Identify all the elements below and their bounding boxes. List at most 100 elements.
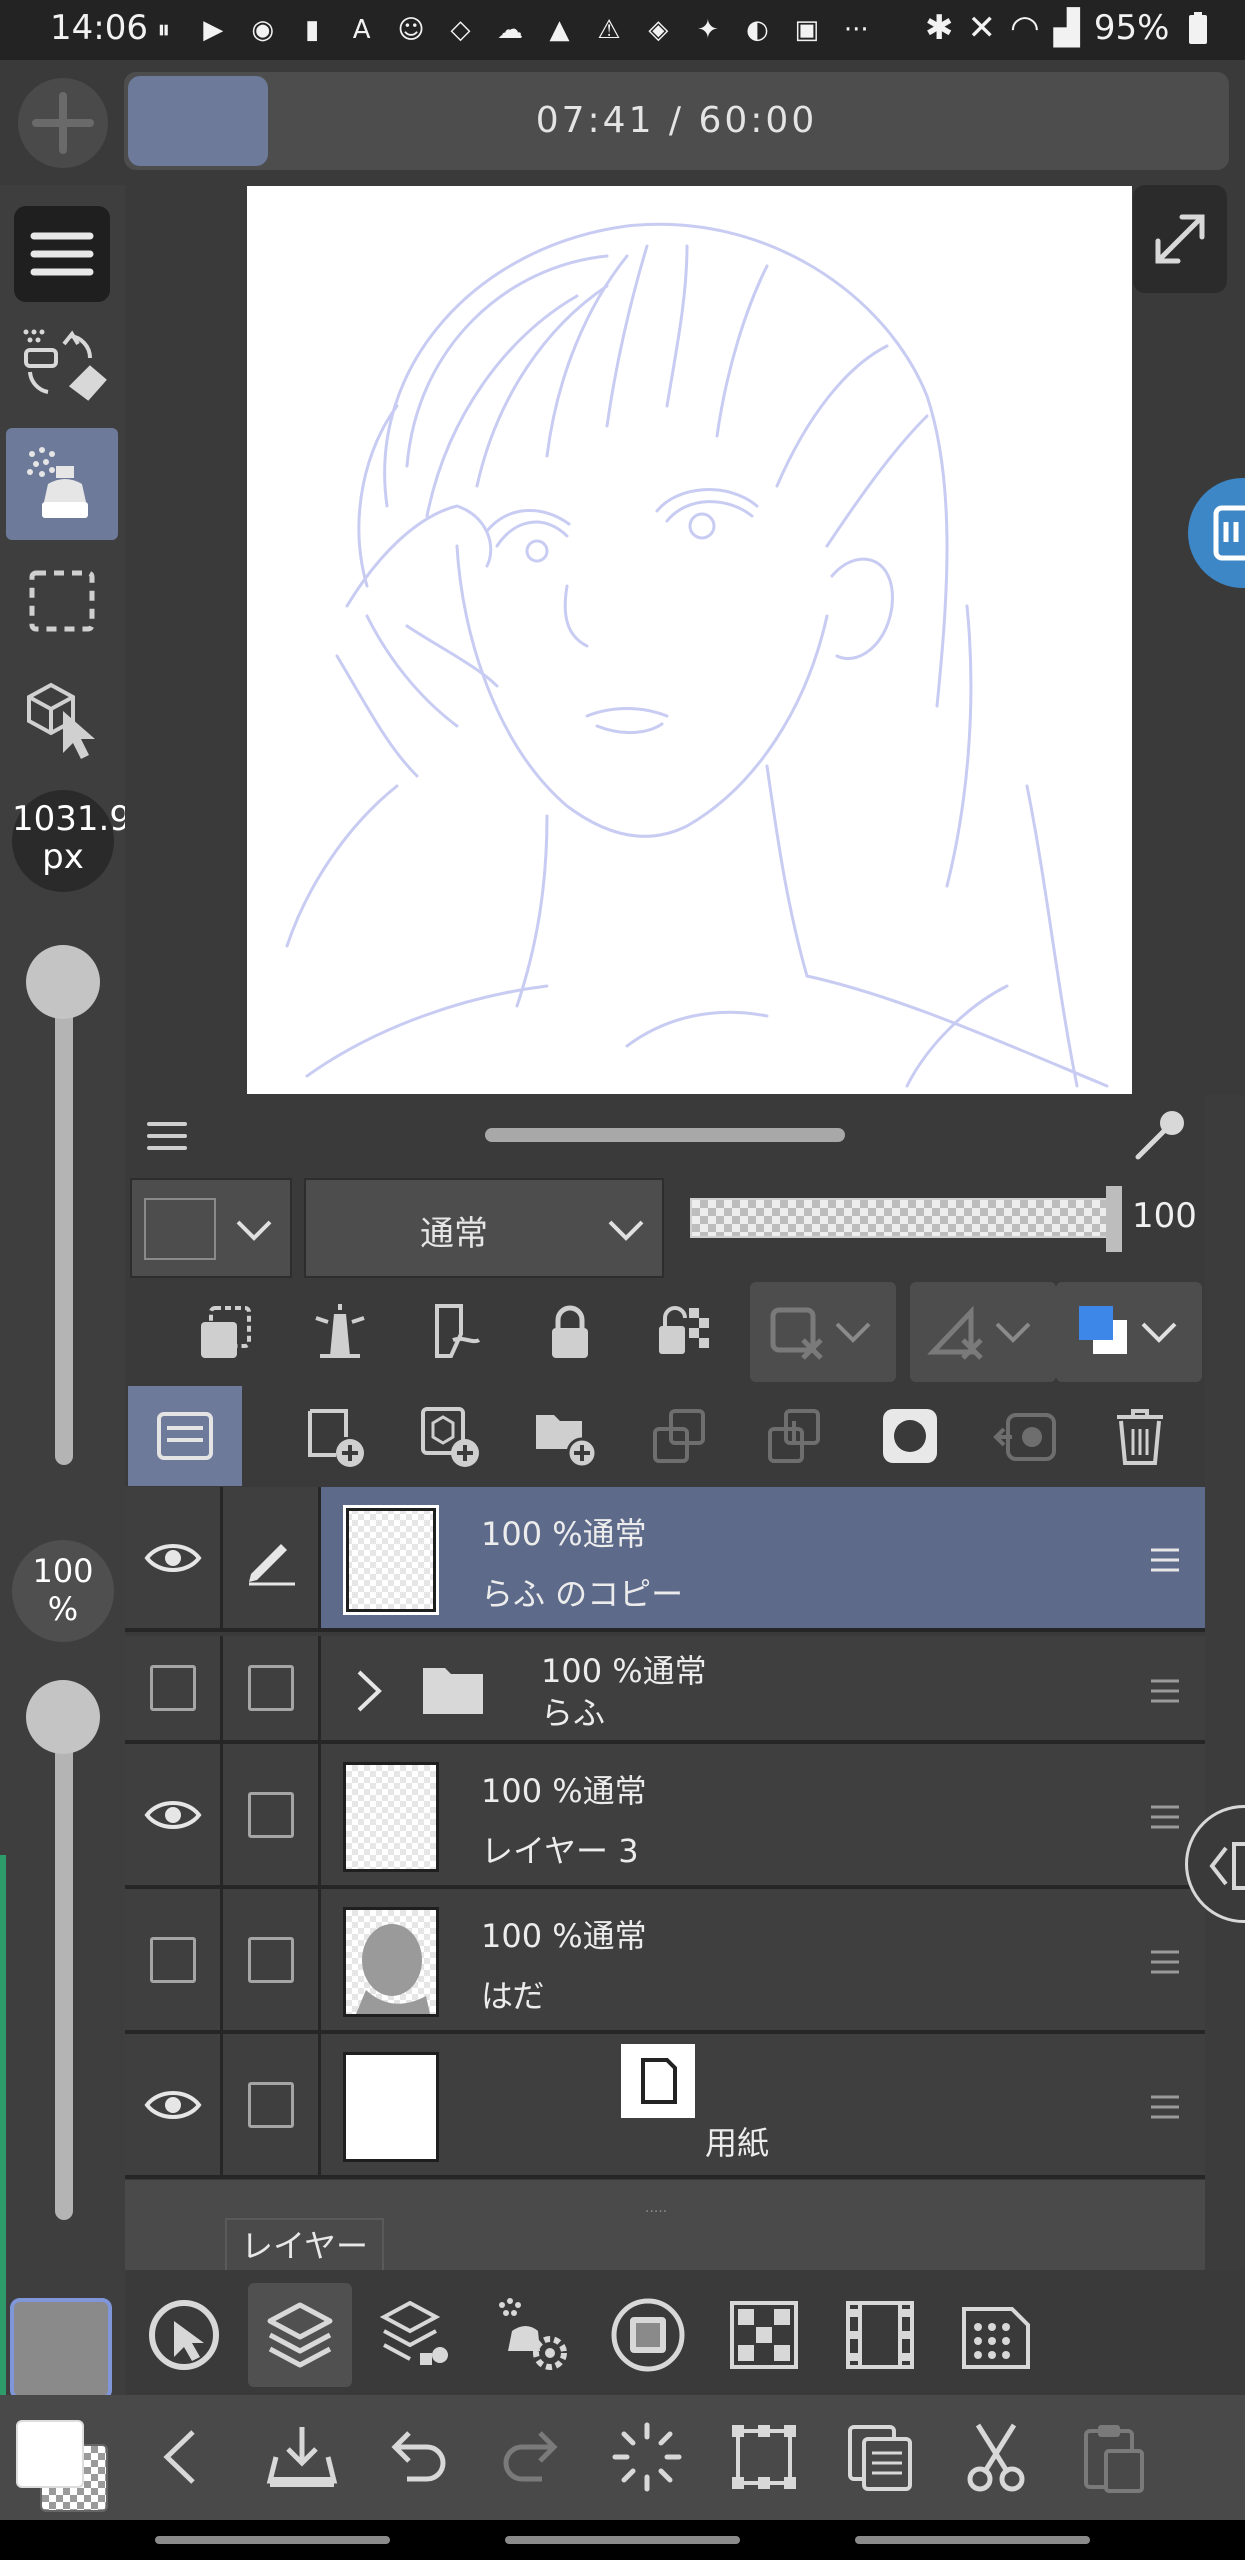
lock-layer-button[interactable]	[520, 1282, 620, 1382]
layer-visibility-toggle[interactable]	[125, 1487, 223, 1628]
layer-color-palette-button[interactable]	[1056, 1282, 1202, 1382]
eyedropper-button[interactable]	[1130, 1105, 1190, 1165]
layer-menu-icon[interactable]	[1147, 1676, 1183, 1706]
redo-button[interactable]	[480, 2405, 584, 2509]
layer-edit-indicator[interactable]	[223, 1487, 321, 1628]
layer-menu-icon[interactable]	[1147, 1802, 1183, 1832]
tool-property-icon	[149, 2300, 219, 2370]
visibility-checkbox[interactable]	[149, 1936, 196, 1983]
layer-visibility-toggle[interactable]	[125, 1744, 223, 1885]
skin-thumbnail	[356, 1924, 430, 2014]
merge-down-button[interactable]	[745, 1386, 845, 1486]
cut-button[interactable]	[944, 2405, 1048, 2509]
layer-info[interactable]: 100 %通常 らふ のコピー	[321, 1487, 1205, 1628]
tool-property-palette-button[interactable]	[132, 2283, 236, 2387]
layer-edit-indicator[interactable]	[223, 1636, 321, 1740]
layer-row[interactable]: 用紙	[125, 2034, 1205, 2179]
new-vector-layer-button[interactable]	[400, 1386, 500, 1486]
draft-layer-button[interactable]	[405, 1282, 505, 1382]
transfer-down-button[interactable]	[630, 1386, 730, 1486]
swap-tool-button[interactable]	[6, 310, 118, 422]
brush-opacity-slider[interactable]	[55, 1685, 73, 2220]
mask-options-button[interactable]	[750, 1282, 896, 1382]
chevron-right-icon[interactable]	[349, 1668, 389, 1714]
layer-visibility-toggle[interactable]	[125, 1636, 223, 1740]
object-tool-button[interactable]	[6, 660, 118, 772]
layer-edit-indicator[interactable]	[223, 2034, 321, 2175]
sub-tool-detail-button[interactable]	[480, 2283, 584, 2387]
selection-tool-button[interactable]	[6, 545, 118, 657]
nav-home-button[interactable]	[505, 2536, 740, 2544]
color-circle-button[interactable]	[596, 2283, 700, 2387]
airbrush-tool-button[interactable]	[6, 428, 118, 540]
layer-property-palette-button[interactable]	[364, 2283, 468, 2387]
layer-edit-indicator[interactable]	[223, 1744, 321, 1885]
layer-info[interactable]: 100 %通常 レイヤー 3	[321, 1744, 1205, 1885]
layer-info[interactable]: 100 %通常 らふ	[321, 1636, 1205, 1740]
layer-visibility-toggle[interactable]	[125, 1889, 223, 2030]
brush-opacity-readout[interactable]: 100 %	[12, 1540, 114, 1642]
layer-menu-icon[interactable]	[1147, 1545, 1183, 1575]
layer-list-button[interactable]	[128, 1386, 242, 1486]
animation-timeline-button[interactable]	[828, 2283, 932, 2387]
layer-row[interactable]: 100 %通常 らふ	[125, 1636, 1205, 1744]
apply-mask-button[interactable]	[975, 1386, 1075, 1486]
layer-name: らふ のコピー	[481, 1575, 684, 1613]
copy-button[interactable]	[828, 2405, 932, 2509]
add-button[interactable]	[18, 78, 108, 168]
menu-button[interactable]	[6, 198, 118, 310]
fullscreen-button[interactable]	[1133, 185, 1227, 293]
undo-button[interactable]	[365, 2405, 469, 2509]
loading-indicator-button[interactable]	[595, 2405, 699, 2509]
paste-button[interactable]	[1062, 2405, 1166, 2509]
foreground-color-swatch[interactable]	[16, 2420, 84, 2488]
brush-size-readout[interactable]: 1031.9 px	[12, 790, 131, 892]
brush-opacity-slider-thumb[interactable]	[26, 1680, 100, 1754]
layer-visibility-toggle[interactable]	[125, 2034, 223, 2175]
drawing-canvas[interactable]	[247, 186, 1132, 1094]
brush-size-slider[interactable]	[55, 950, 73, 1465]
back-button[interactable]	[130, 2405, 234, 2509]
layer-row[interactable]: 100 %通常 はだ	[125, 1889, 1205, 2034]
color-set-button[interactable]	[712, 2283, 816, 2387]
edit-checkbox[interactable]	[247, 2081, 294, 2128]
more-palettes-button[interactable]	[944, 2283, 1048, 2387]
new-vector-layer-icon	[421, 1407, 479, 1467]
edit-checkbox[interactable]	[247, 1665, 294, 1711]
layer-info[interactable]: 100 %通常 はだ	[321, 1889, 1205, 2030]
layer-opacity-slider-thumb[interactable]	[1106, 1186, 1122, 1252]
left-accent-strip	[0, 1855, 6, 2395]
layer-menu-icon[interactable]	[1147, 2092, 1183, 2122]
new-folder-button[interactable]	[515, 1386, 615, 1486]
visibility-checkbox[interactable]	[149, 1665, 196, 1711]
layer-name: レイヤー 3	[481, 1832, 639, 1870]
delete-layer-button[interactable]	[1090, 1386, 1190, 1486]
nav-back-button[interactable]	[855, 2536, 1090, 2544]
nav-recent-button[interactable]	[155, 2536, 390, 2544]
layer-color-select[interactable]	[130, 1178, 292, 1278]
save-button[interactable]	[250, 2405, 354, 2509]
layer-edit-indicator[interactable]	[223, 1889, 321, 2030]
blend-mode-select[interactable]: 通常	[304, 1178, 664, 1278]
layer-row[interactable]: 100 %通常 レイヤー 3	[125, 1744, 1205, 1889]
edit-checkbox[interactable]	[247, 1936, 294, 1983]
layer-row[interactable]: 100 %通常 らふ のコピー	[125, 1487, 1205, 1632]
layer-palette-button[interactable]	[248, 2283, 352, 2387]
reference-layer-button[interactable]	[290, 1282, 390, 1382]
current-color-swatch[interactable]	[10, 2298, 112, 2400]
side-panel-tab[interactable]	[1188, 478, 1245, 588]
lock-transparency-button[interactable]	[635, 1282, 735, 1382]
new-raster-layer-button[interactable]	[285, 1386, 385, 1486]
layer-menu-icon[interactable]	[1147, 1947, 1183, 1977]
layer-opacity-slider[interactable]	[690, 1198, 1110, 1238]
layer-mask-button[interactable]	[860, 1386, 960, 1486]
ruler-options-button[interactable]	[910, 1282, 1056, 1382]
transform-button[interactable]	[712, 2405, 816, 2509]
clip-layer-button[interactable]	[175, 1282, 275, 1382]
brush-size-slider-thumb[interactable]	[26, 945, 100, 1019]
panel-menu-button[interactable]	[145, 1118, 189, 1154]
lock-transparent-icon	[659, 1306, 709, 1354]
layer-info[interactable]: 用紙	[321, 2034, 1205, 2175]
edit-checkbox[interactable]	[247, 1791, 294, 1838]
panel-drag-handle[interactable]	[485, 1128, 845, 1142]
